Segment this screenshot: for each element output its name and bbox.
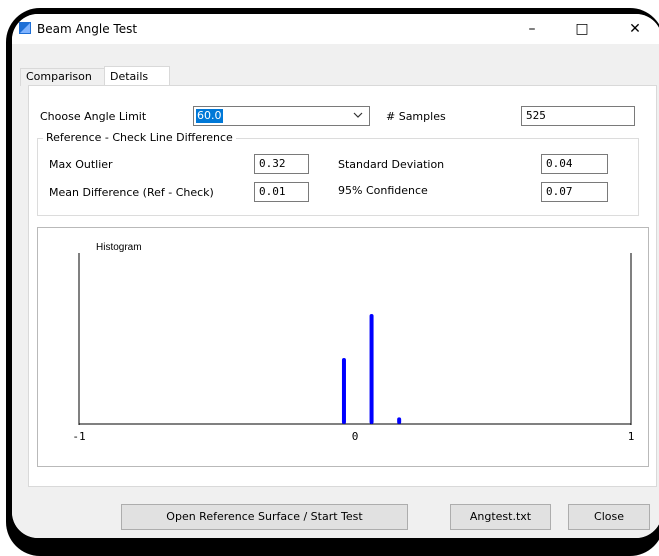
- tab-details[interactable]: Details: [104, 66, 170, 86]
- group-title: Reference - Check Line Difference: [43, 131, 236, 144]
- chart-title: Histogram: [96, 242, 142, 253]
- samples-label: # Samples: [386, 110, 446, 123]
- beam-angle-window: Beam Angle Test – □ ✕ Comparison Details…: [12, 14, 659, 538]
- details-panel: Choose Angle Limit 60.0 # Samples 525 Re…: [28, 85, 657, 487]
- std-dev-label: Standard Deviation: [338, 158, 445, 171]
- x-tick-label: 0: [352, 430, 359, 443]
- x-tick-label: -1: [72, 430, 85, 443]
- client-area: Comparison Details Choose Angle Limit 60…: [12, 44, 659, 538]
- close-button[interactable]: Close: [568, 504, 650, 530]
- confidence-label: 95% Confidence: [338, 184, 428, 197]
- histogram-bar: [369, 314, 374, 424]
- open-reference-button[interactable]: Open Reference Surface / Start Test: [121, 504, 408, 530]
- histogram-bar: [341, 358, 346, 424]
- reference-check-group: Reference - Check Line Difference Max Ou…: [37, 131, 639, 216]
- angle-limit-value: 60.0: [196, 109, 223, 123]
- samples-field[interactable]: 525: [521, 106, 635, 126]
- angle-limit-label: Choose Angle Limit: [40, 110, 147, 123]
- mean-difference-label: Mean Difference (Ref - Check): [49, 186, 214, 199]
- angle-limit-combo[interactable]: 60.0: [193, 106, 370, 126]
- x-tick-labels: -1 0 1: [72, 430, 634, 443]
- chevron-down-icon[interactable]: [353, 109, 363, 121]
- app-icon: [19, 22, 31, 34]
- histogram-chart: Histogram -1 0 1: [37, 227, 649, 467]
- std-dev-field[interactable]: 0.04: [541, 154, 608, 174]
- title-bar: Beam Angle Test – □ ✕: [12, 14, 659, 44]
- x-tick-label: 1: [628, 430, 635, 443]
- minimize-button[interactable]: –: [512, 18, 552, 40]
- angtest-button[interactable]: Angtest.txt: [450, 504, 551, 530]
- histogram-bar: [397, 417, 402, 424]
- confidence-field[interactable]: 0.07: [541, 182, 608, 202]
- histogram-svg: Histogram -1 0 1: [72, 242, 634, 443]
- histogram-bars: [341, 314, 402, 424]
- max-outlier-field[interactable]: 0.32: [254, 154, 309, 174]
- mean-difference-field[interactable]: 0.01: [254, 182, 309, 202]
- close-window-button[interactable]: ✕: [615, 18, 655, 40]
- maximize-button[interactable]: □: [562, 18, 602, 40]
- window-title: Beam Angle Test: [37, 22, 138, 36]
- max-outlier-label: Max Outlier: [49, 158, 113, 171]
- tab-comparison[interactable]: Comparison: [20, 68, 105, 86]
